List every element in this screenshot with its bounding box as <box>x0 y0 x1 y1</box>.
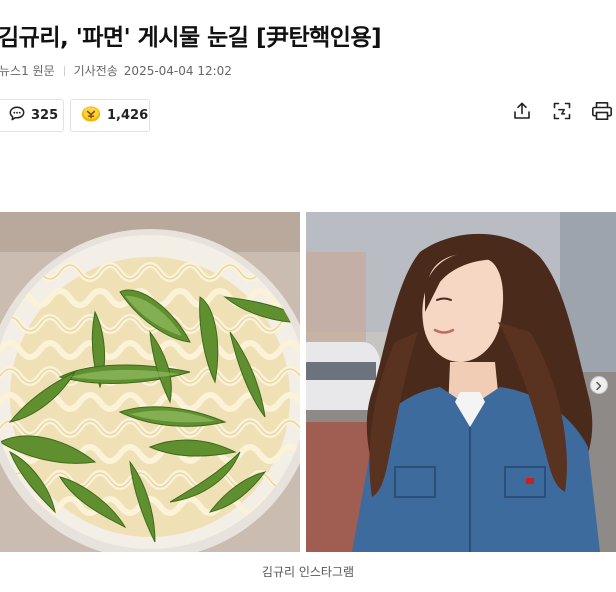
next-image-button[interactable] <box>590 376 608 394</box>
screen-capture-icon <box>552 101 572 125</box>
noodle-bowl-image <box>0 212 315 552</box>
like-button[interactable]: 1,426 <box>70 99 150 132</box>
article-photo <box>0 212 616 552</box>
chevron-right-icon <box>595 376 603 395</box>
capture-button[interactable] <box>550 101 574 125</box>
woman-portrait-image <box>306 212 616 552</box>
meta-divider <box>63 65 65 76</box>
article-source-link[interactable]: 뉴스1 원문 <box>0 62 55 79</box>
printer-icon <box>591 101 613 125</box>
like-count: 1,426 <box>107 108 149 123</box>
like-badge-icon <box>81 105 101 126</box>
print-button[interactable] <box>590 101 614 125</box>
sent-label: 기사전송 <box>73 64 118 78</box>
share-button[interactable] <box>510 101 534 125</box>
comment-bubble-icon <box>9 106 25 125</box>
article-title: 김규리, '파면' 게시물 눈길 [尹탄핵인용] <box>0 25 382 51</box>
comment-count: 325 <box>31 108 59 123</box>
article-meta: 뉴스1 원문 기사전송 2025-04-04 12:02 <box>0 62 232 79</box>
comments-button[interactable]: 325 <box>0 99 64 132</box>
share-upload-icon <box>512 101 532 125</box>
photo-caption: 김규리 인스타그램 <box>261 565 355 579</box>
article-datetime: 2025-04-04 12:02 <box>123 63 232 78</box>
